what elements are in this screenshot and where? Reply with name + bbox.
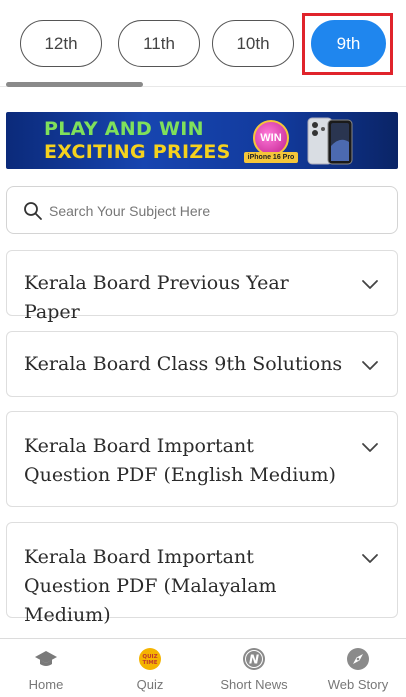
accordion-title: Kerala Board Important Question PDF (Mal… — [24, 546, 277, 626]
phone-caption: iPhone 16 Pro — [244, 152, 298, 163]
nav-label: Web Story — [327, 677, 389, 692]
search-input[interactable] — [49, 197, 379, 225]
nav-label: Home — [28, 677, 64, 692]
accordion-class-9th-solutions[interactable]: Kerala Board Class 9th Solutions — [6, 331, 398, 397]
bottom-navigation: Home QUIZ TIME Quiz N Short News Web Sto… — [0, 638, 406, 697]
accordion-title: Kerala Board Class 9th Solutions — [24, 353, 343, 375]
accordion-title: Kerala Board Important Question PDF (Eng… — [24, 435, 336, 486]
chevron-down-icon[interactable] — [361, 441, 379, 453]
svg-text:TIME: TIME — [142, 660, 157, 666]
banner-text: PLAY AND WIN EXCITING PRIZES — [44, 118, 234, 164]
tab-12th[interactable]: 12th — [20, 20, 102, 67]
promo-banner[interactable]: PLAY AND WIN EXCITING PRIZES WIN iPhone … — [6, 112, 398, 169]
banner-headline: PLAY AND WIN — [44, 118, 204, 140]
graduation-cap-icon — [35, 651, 57, 666]
compass-icon — [347, 648, 369, 670]
quiz-time-icon: QUIZ TIME — [139, 648, 161, 670]
chevron-down-icon[interactable] — [361, 278, 379, 290]
nav-short-news[interactable]: N Short News — [204, 639, 304, 697]
tabs-scrollbar[interactable] — [6, 82, 143, 87]
accordion-important-question-malayalam[interactable]: Kerala Board Important Question PDF (Mal… — [6, 522, 398, 626]
svg-text:N: N — [249, 653, 259, 667]
accordion-previous-year-paper[interactable]: Kerala Board Previous Year Paper — [6, 250, 398, 323]
nav-label: Quiz — [136, 677, 164, 692]
class-tabs: 12th 11th 10th 9th — [0, 0, 406, 90]
nav-quiz[interactable]: QUIZ TIME Quiz — [100, 639, 200, 697]
nav-web-story[interactable]: Web Story — [308, 639, 406, 697]
accordion-title: Kerala Board Previous Year Paper — [24, 272, 289, 323]
nav-label: Short News — [220, 677, 288, 692]
chevron-down-icon[interactable] — [361, 359, 379, 371]
nav-home[interactable]: Home — [0, 639, 96, 697]
accordion-important-question-english[interactable]: Kerala Board Important Question PDF (Eng… — [6, 411, 398, 507]
chevron-down-icon[interactable] — [361, 552, 379, 564]
banner-subheadline: EXCITING PRIZES — [44, 141, 231, 163]
tab-11th[interactable]: 11th — [118, 20, 200, 67]
win-badge: WIN — [253, 120, 289, 156]
tab-9th[interactable]: 9th — [311, 20, 386, 67]
news-icon: N — [243, 648, 265, 670]
search-icon — [24, 202, 42, 220]
tab-10th[interactable]: 10th — [212, 20, 294, 67]
subject-search-box — [6, 186, 398, 234]
iphone-image — [307, 117, 353, 165]
